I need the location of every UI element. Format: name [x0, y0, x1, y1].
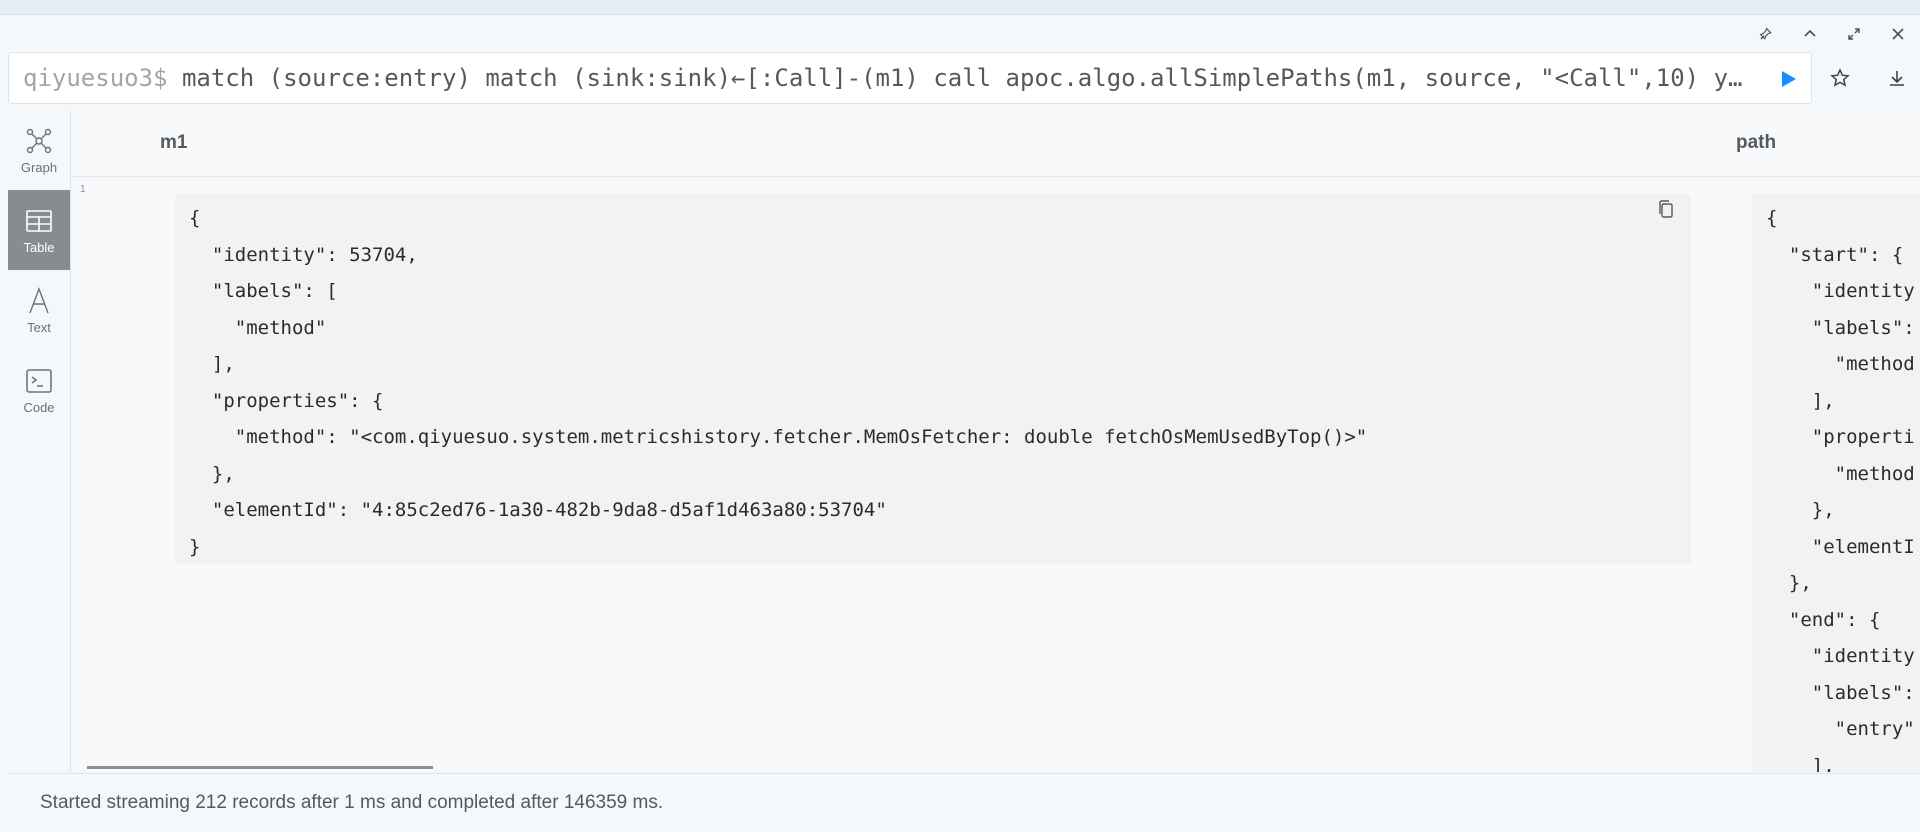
code-icon [26, 368, 52, 393]
collapse-icon[interactable] [1788, 22, 1832, 46]
play-icon [1782, 71, 1796, 87]
column-header-m1: m1 [160, 132, 188, 153]
json-line: "properties": { [189, 389, 384, 412]
download-button[interactable] [1881, 62, 1913, 94]
m1-json-content: { "identity": 53704, "labels": [ "method… [189, 200, 1691, 565]
view-tab-label: Text [27, 319, 51, 335]
json-line: "identity [1766, 280, 1915, 302]
path-json-content: { "start": { "identity "labels": "method… [1766, 200, 1920, 772]
json-line: "labels": [1766, 316, 1915, 339]
path-json-cell: { "start": { "identity "labels": "method… [1752, 194, 1920, 772]
json-line: "method": "<com.qiyuesuo.system.metricsh… [189, 426, 1368, 448]
row-index: 1 [80, 184, 86, 195]
fullscreen-icon[interactable] [1832, 22, 1876, 46]
frame-controls [1744, 22, 1920, 46]
json-line: }, [1766, 572, 1812, 594]
editor-prompt: qiyuesuo3$ [23, 64, 168, 92]
json-line: "identity [1766, 645, 1915, 667]
query-editor-text[interactable]: qiyuesuo3$ match (source:entry) match (s… [23, 64, 1753, 92]
json-line: "method [1766, 462, 1915, 485]
json-line: } [189, 535, 201, 558]
status-text: Started streaming 212 records after 1 ms… [40, 792, 664, 813]
copy-icon[interactable] [1655, 198, 1677, 220]
json-line: "end": { [1766, 608, 1881, 631]
json-line: ], [1766, 389, 1835, 412]
json-line: ], [189, 353, 235, 375]
query-editor[interactable]: qiyuesuo3$ match (source:entry) match (s… [8, 52, 1812, 104]
view-mode-sidebar: Graph Table Text Code [8, 110, 71, 772]
graph-icon [26, 128, 52, 153]
json-line: { [189, 207, 201, 229]
json-line: "identity": 53704, [189, 243, 418, 266]
view-tab-table[interactable]: Table [8, 190, 70, 270]
close-icon[interactable] [1876, 22, 1920, 46]
view-tab-label: Graph [20, 159, 58, 175]
json-line: "method" [189, 316, 327, 339]
json-line: "entry" [1766, 718, 1915, 740]
json-line: }, [1766, 499, 1835, 521]
json-line: "start": { [1766, 243, 1904, 266]
view-tab-graph[interactable]: Graph [8, 110, 70, 190]
horizontal-scrollbar[interactable] [87, 766, 433, 769]
column-header-path: path [1736, 132, 1777, 153]
status-bar: Started streaming 212 records after 1 ms… [8, 773, 1920, 832]
star-icon [1830, 68, 1850, 87]
favorite-button[interactable] [1824, 62, 1856, 94]
view-tab-text[interactable]: Text [8, 270, 70, 350]
json-line: "labels": [ [189, 280, 338, 302]
json-line: { [1766, 207, 1778, 229]
json-line: "elementId": "4:85c2ed76-1a30-482b-9da8-… [189, 499, 887, 521]
table-icon [26, 209, 52, 232]
run-button[interactable] [1775, 66, 1801, 92]
json-line: ], [1766, 754, 1835, 773]
header-divider [72, 176, 1920, 177]
json-line: "properti [1766, 426, 1915, 448]
download-icon [1890, 71, 1904, 86]
view-tab-label: Code [23, 399, 55, 415]
text-icon [29, 286, 49, 313]
window-top-strip [0, 0, 1920, 15]
pin-icon[interactable] [1744, 22, 1788, 46]
json-line: "method [1766, 353, 1915, 375]
json-line: }, [189, 462, 235, 485]
view-tab-code[interactable]: Code [8, 350, 70, 430]
json-line: "elementI [1766, 535, 1915, 558]
view-tab-label: Table [23, 239, 55, 255]
m1-json-cell: { "identity": 53704, "labels": [ "method… [175, 194, 1691, 564]
json-line: "labels": [1766, 681, 1915, 704]
query-text[interactable]: match (source:entry) match (sink:sink)←[… [182, 64, 1743, 92]
result-table: m1 path 1 { "identity": 53704, "labels":… [72, 110, 1920, 772]
